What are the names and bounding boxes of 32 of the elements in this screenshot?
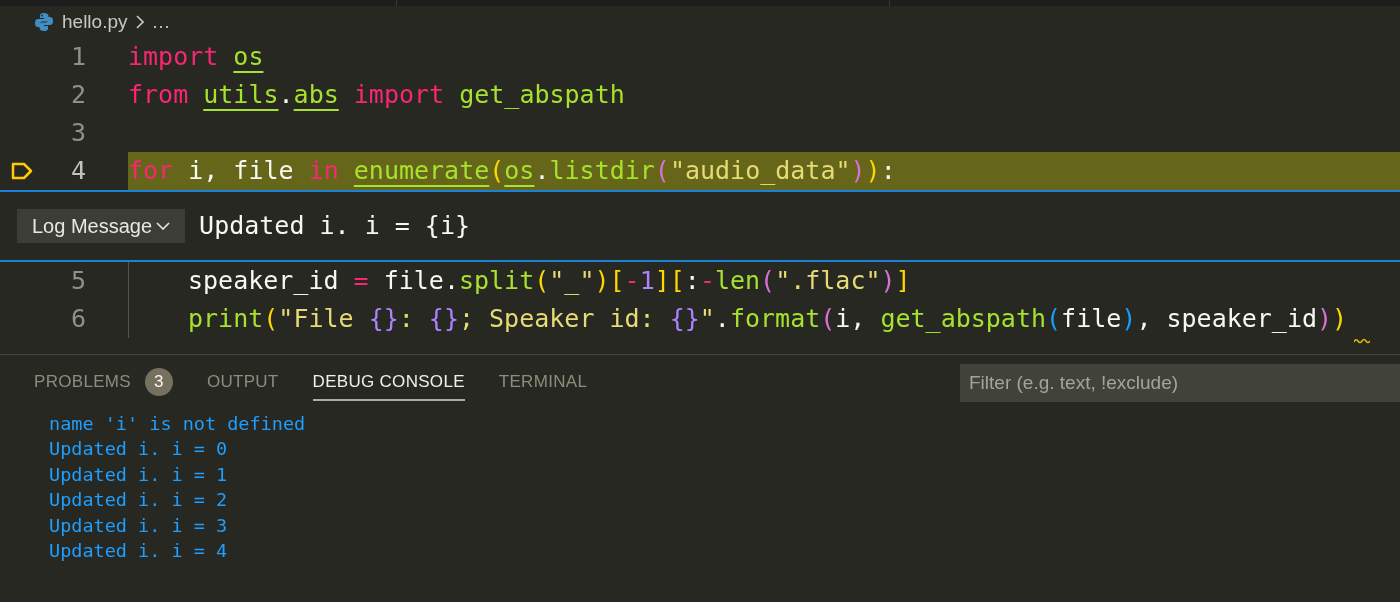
python-file-icon	[34, 12, 54, 32]
warning-squiggle-icon	[1354, 338, 1370, 344]
line-number: 6	[69, 303, 86, 336]
filter-field[interactable]: Filter (e.g. text, !exclude)	[960, 364, 1400, 402]
console-line: name 'i' is not defined	[49, 412, 306, 436]
line-number: 4	[69, 155, 86, 188]
panel-tab[interactable]: DEBUG CONSOLE	[312, 365, 465, 401]
code-text: import os	[128, 41, 264, 74]
panel-tab[interactable]: PROBLEMS 3	[34, 365, 173, 401]
chevron-right-icon	[135, 15, 144, 29]
line-number: 5	[69, 265, 86, 298]
log-message-dropdown[interactable]: Log Message	[17, 209, 186, 243]
console-line: Updated i. i = 0	[49, 437, 228, 462]
panel-tab[interactable]: OUTPUT	[206, 365, 279, 401]
breadcrumb-file[interactable]: hello.py	[62, 7, 128, 37]
panel-tab[interactable]: TERMINAL	[498, 365, 588, 401]
console-line: Updated i. i = 3	[49, 513, 228, 538]
console-line: Updated i. i = 1	[49, 462, 228, 487]
line-number: 3	[69, 117, 86, 150]
code-text: from utils.abs import get_abspath	[128, 79, 625, 112]
code-text: for i, file in enumerate(os.listdir("audio_data")):	[128, 155, 896, 188]
code-text: speaker_id = file.split("_")[-1][:-len(".flac")]	[188, 265, 911, 298]
log-breakpoint-icon[interactable]	[10, 161, 34, 181]
breadcrumb-more[interactable]: …	[151, 7, 171, 37]
chevron-down-icon	[156, 222, 171, 230]
log-message-input[interactable]: Updated i. i = {i}	[199, 207, 1400, 245]
code-text: print("File {}: {}; Speaker id: {}".format(i, get_abspath(file), speaker_id))	[188, 303, 1348, 336]
console-line: Updated i. i = 4	[49, 539, 228, 564]
line-number: 2	[69, 79, 86, 112]
problems-count-badge: 3	[144, 368, 173, 396]
console-line: Updated i. i = 2	[49, 488, 228, 513]
line-number: 1	[69, 41, 86, 74]
